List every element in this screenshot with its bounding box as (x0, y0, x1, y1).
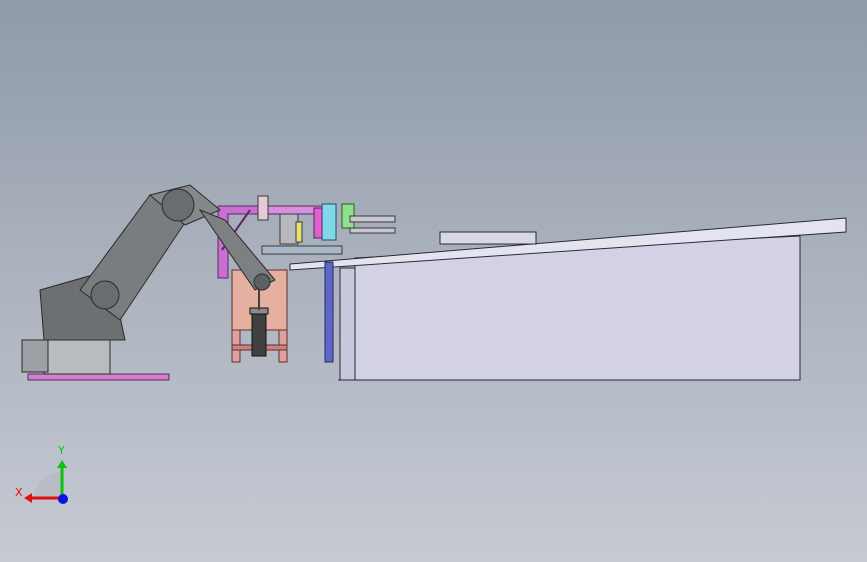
coordinate-triad[interactable] (24, 460, 68, 504)
robot-shoulder-joint (90, 280, 120, 310)
triad-plane-quadrant (34, 472, 62, 500)
table-top-box (439, 231, 537, 245)
gripper-plate (261, 245, 343, 255)
robot-pedestal (43, 339, 111, 375)
assembly-drawing (21, 184, 847, 504)
robot-base-plate (27, 373, 170, 381)
horizontal-rail-2 (349, 227, 396, 234)
conveyor-table[interactable] (289, 217, 847, 381)
pneumatic-magenta (313, 207, 323, 239)
horizontal-rail (349, 215, 396, 223)
slide-block-gray (279, 213, 299, 245)
pneumatic-cyan (321, 203, 337, 241)
slide-block-yellow (295, 221, 303, 243)
top-mechanism[interactable] (257, 195, 396, 255)
fixture-cylinder (251, 311, 267, 357)
table-left-leg (339, 267, 356, 381)
support-post (324, 261, 334, 363)
vertical-slide (257, 195, 269, 221)
robot-controller-box (21, 339, 49, 373)
triad-y-arrowhead (57, 460, 67, 468)
frame-top-beam (261, 205, 323, 215)
triad-x-arrowhead (24, 493, 32, 503)
robot-wrist-joint (253, 273, 271, 291)
triad-y-label: Y (58, 444, 65, 457)
robot-elbow-joint (161, 188, 195, 222)
triad-z-axis (58, 494, 68, 504)
cad-viewport[interactable]: X Y (0, 0, 867, 562)
triad-x-label: X (15, 486, 23, 499)
